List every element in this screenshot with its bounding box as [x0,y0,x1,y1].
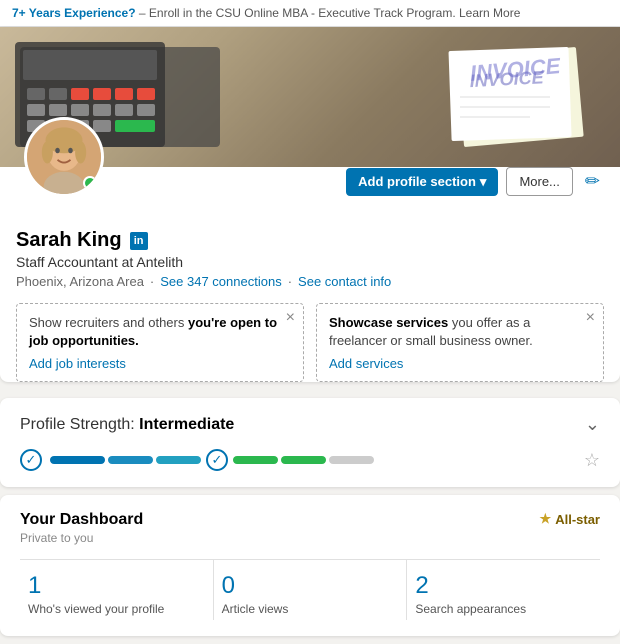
stat-article-views-label: Article views [222,602,399,616]
profile-location: Phoenix, Arizona Area · See 347 connecti… [16,274,604,289]
dashboard-stats: 1 Who's viewed your profile 0 Article vi… [20,559,600,620]
profile-actions: Add profile section ▾ More... ✏ [346,167,604,196]
star-filled-icon: ★ [540,511,552,527]
progress-segments: ✓ [50,455,576,465]
svg-text:INVOICE: INVOICE [469,67,545,91]
progress-star-icon[interactable]: ☆ [584,450,600,471]
dashboard-title: Your Dashboard [20,511,143,529]
profile-job-title: Staff Accountant at Antelith [16,254,604,270]
top-banner: 7+ Years Experience? – Enroll in the CSU… [0,0,620,27]
dropdown-arrow-icon: ▾ [480,174,487,190]
info-boxes: × Show recruiters and others you're open… [16,303,604,382]
add-services-link[interactable]: Add services [329,356,403,371]
banner-link[interactable]: 7+ Years Experience? [12,6,136,20]
progress-check-mid: ✓ [206,449,228,471]
edit-profile-button[interactable]: ✏ [581,167,604,196]
strength-label-prefix: Profile Strength: [20,416,139,433]
progress-seg-4 [233,456,278,464]
add-profile-section-label: Add profile section [358,174,476,189]
profile-name-row: Sarah King in [16,229,604,252]
showcase-text: Showcase services you offer as a freelan… [329,314,591,350]
progress-seg-1 [50,456,105,464]
progress-seg-2 [108,456,153,464]
stat-article-views[interactable]: 0 Article views [214,560,408,620]
all-star-badge: ★ All-star [540,511,600,527]
profile-header: Add profile section ▾ More... ✏ Sarah Ki… [0,217,620,289]
close-job-interests-button[interactable]: × [286,310,295,326]
progress-seg-6 [329,456,374,464]
dashboard-subtitle: Private to you [20,531,600,545]
dashboard-card: Your Dashboard ★ All-star Private to you… [0,495,620,636]
stat-profile-views-label: Who's viewed your profile [28,602,205,616]
stat-profile-views[interactable]: 1 Who's viewed your profile [20,560,214,620]
stat-search-appearances-number: 2 [415,572,592,600]
progress-bar: ✓ ✓ ☆ [20,449,600,471]
stat-article-views-number: 0 [222,572,399,600]
strength-title: Profile Strength: Intermediate [20,416,234,434]
progress-seg-3 [156,456,201,464]
all-star-label: All-star [555,512,600,527]
contact-info-link[interactable]: See contact info [298,274,391,289]
stat-search-appearances[interactable]: 2 Search appearances [407,560,600,620]
job-interests-box: × Show recruiters and others you're open… [16,303,304,382]
profile-name: Sarah King [16,229,122,252]
strength-label-bold: Intermediate [139,416,234,433]
add-profile-section-button[interactable]: Add profile section ▾ [346,168,498,196]
location-text: Phoenix, Arizona Area [16,274,144,289]
dashboard-header: Your Dashboard ★ All-star [20,511,600,529]
strength-header: Profile Strength: Intermediate ⌄ [20,414,600,435]
stat-search-appearances-label: Search appearances [415,602,592,616]
more-button[interactable]: More... [506,167,572,196]
profile-strength-card: Profile Strength: Intermediate ⌄ ✓ ✓ ☆ [0,398,620,487]
profile-card: INVOICE Add [0,27,620,382]
progress-check-left: ✓ [20,449,42,471]
job-interests-text: Show recruiters and others you're open t… [29,314,291,350]
stat-profile-views-number: 1 [28,572,205,600]
close-showcase-button[interactable]: × [586,310,595,326]
showcase-services-box: × Showcase services you offer as a freel… [316,303,604,382]
job-interests-prefix: Show recruiters and others [29,315,188,330]
showcase-bold: Showcase services [329,315,452,330]
connections-link[interactable]: See 347 connections [160,274,281,289]
add-job-interests-link[interactable]: Add job interests [29,356,126,371]
banner-text: – Enroll in the CSU Online MBA - Executi… [139,6,521,20]
linkedin-badge-icon: in [130,232,148,250]
profile-avatar [24,117,104,197]
progress-seg-5 [281,456,326,464]
strength-collapse-button[interactable]: ⌄ [585,414,600,435]
